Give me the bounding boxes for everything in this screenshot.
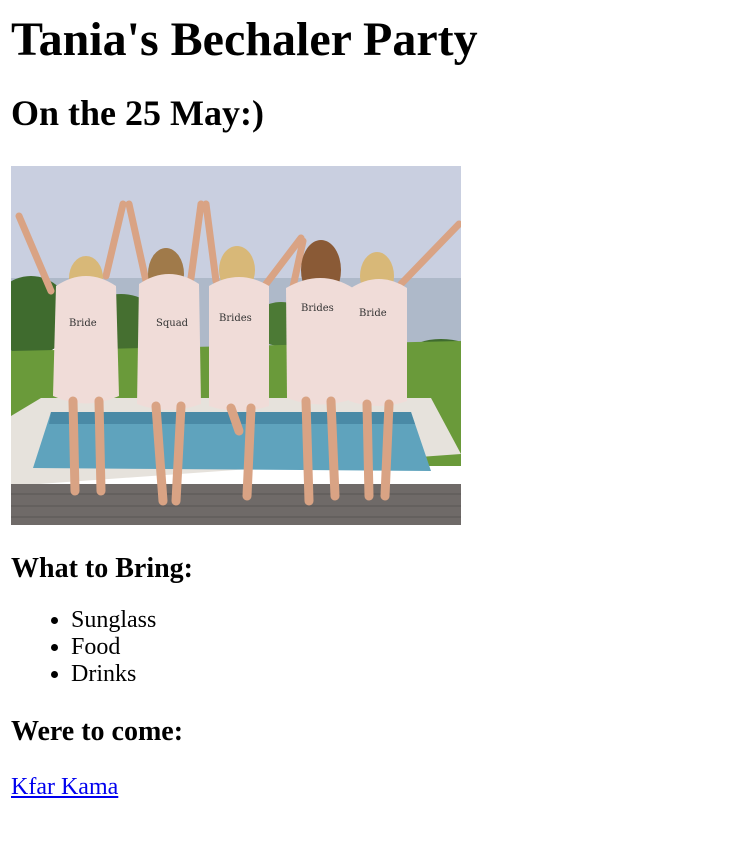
- list-item: Sunglass: [71, 607, 725, 634]
- date-heading: On the 25 May:): [11, 93, 264, 133]
- location-heading: Were to come:: [11, 716, 184, 747]
- bring-heading: What to Bring:: [11, 553, 193, 584]
- list-item: Food: [71, 634, 725, 661]
- bring-list: Sunglass Food Drinks: [11, 607, 725, 688]
- svg-text:Squad: Squad: [156, 318, 189, 329]
- list-item: Drinks: [71, 661, 725, 688]
- bridal-party-photo: Bride Squad Brides Brides Bride: [11, 166, 461, 525]
- location-link[interactable]: Kfar Kama: [11, 774, 118, 801]
- page-title: Tania's Bechaler Party: [11, 13, 478, 66]
- svg-text:Bride: Bride: [359, 308, 387, 319]
- svg-text:Brides: Brides: [219, 313, 252, 324]
- svg-text:Bride: Bride: [69, 318, 97, 329]
- svg-text:Brides: Brides: [301, 303, 334, 314]
